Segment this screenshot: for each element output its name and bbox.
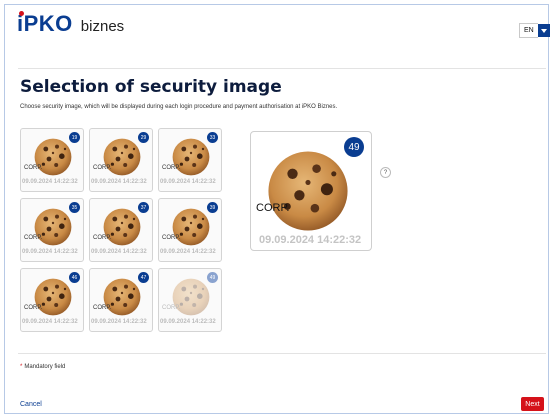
security-image-tile[interactable]: CORP. 09.09.2024 14:22:32 37 bbox=[89, 198, 153, 262]
logo-mark: iPKO bbox=[17, 11, 73, 36]
cookie-image bbox=[102, 207, 142, 247]
tile-number-badge: 19 bbox=[69, 132, 80, 143]
cookie-image bbox=[102, 277, 142, 317]
tile-timestamp: 09.09.2024 14:22:32 bbox=[22, 179, 78, 185]
security-image-tile[interactable]: CORP. 09.09.2024 14:22:32 29 bbox=[89, 128, 153, 192]
help-icon[interactable]: ? bbox=[380, 167, 391, 178]
cookie-image bbox=[102, 137, 142, 177]
page-title: Selection of security image bbox=[20, 77, 282, 97]
tile-number-badge: 49 bbox=[207, 272, 218, 283]
tile-corp-label: CORP. bbox=[162, 305, 181, 311]
chevron-down-icon[interactable] bbox=[537, 24, 550, 37]
preview-number-badge: 49 bbox=[344, 137, 364, 157]
tile-corp-label: CORP. bbox=[93, 235, 112, 241]
security-image-tile[interactable]: CORP. 09.09.2024 14:22:32 39 bbox=[158, 198, 222, 262]
cookie-image bbox=[33, 137, 73, 177]
logo-text: biznes bbox=[80, 18, 125, 35]
tile-number-badge: 29 bbox=[138, 132, 149, 143]
app-logo: iPKO biznes bbox=[17, 11, 125, 36]
security-image-tile[interactable]: CORP. 09.09.2024 14:22:32 19 bbox=[20, 128, 84, 192]
tile-number-badge: 35 bbox=[69, 202, 80, 213]
next-button[interactable]: Next bbox=[521, 397, 544, 411]
tile-timestamp: 09.09.2024 14:22:32 bbox=[160, 179, 216, 185]
tile-corp-label: CORP. bbox=[162, 235, 181, 241]
security-image-tile-selected[interactable]: CORP. 09.09.2024 14:22:32 49 bbox=[158, 268, 222, 332]
cookie-image bbox=[171, 277, 211, 317]
tile-timestamp: 09.09.2024 14:22:32 bbox=[22, 249, 78, 255]
required-star: * bbox=[20, 364, 23, 370]
selected-image-preview: CORP. 09.09.2024 14:22:32 49 bbox=[250, 131, 372, 251]
security-image-tile[interactable]: CORP. 09.09.2024 14:22:32 33 bbox=[158, 128, 222, 192]
tile-timestamp: 09.09.2024 14:22:32 bbox=[22, 319, 78, 325]
tile-number-badge: 47 bbox=[138, 272, 149, 283]
security-image-tile[interactable]: CORP. 09.09.2024 14:22:32 47 bbox=[89, 268, 153, 332]
tile-number-badge: 37 bbox=[138, 202, 149, 213]
cookie-image bbox=[171, 207, 211, 247]
cookie-image bbox=[33, 207, 73, 247]
tile-timestamp: 09.09.2024 14:22:32 bbox=[160, 319, 216, 325]
tile-timestamp: 09.09.2024 14:22:32 bbox=[91, 249, 147, 255]
tile-number-badge: 39 bbox=[207, 202, 218, 213]
cookie-image bbox=[171, 137, 211, 177]
tile-corp-label: CORP. bbox=[93, 165, 112, 171]
mandatory-note: * Mandatory field bbox=[20, 364, 65, 370]
tile-number-badge: 46 bbox=[69, 272, 80, 283]
page-description: Choose security image, which will be dis… bbox=[20, 104, 338, 110]
mandatory-label: Mandatory field bbox=[24, 364, 66, 370]
cancel-link[interactable]: Cancel bbox=[20, 401, 42, 408]
tile-corp-label: CORP. bbox=[93, 305, 112, 311]
tile-corp-label: CORP. bbox=[24, 235, 43, 241]
tile-timestamp: 09.09.2024 14:22:32 bbox=[91, 179, 147, 185]
tile-timestamp: 09.09.2024 14:22:32 bbox=[91, 319, 147, 325]
tile-corp-label: CORP. bbox=[24, 165, 43, 171]
tile-number-badge: 33 bbox=[207, 132, 218, 143]
preview-corp-label: CORP. bbox=[256, 202, 290, 214]
security-image-tile[interactable]: CORP. 09.09.2024 14:22:32 46 bbox=[20, 268, 84, 332]
preview-timestamp: 09.09.2024 14:22:32 bbox=[259, 234, 362, 246]
footer-divider bbox=[18, 353, 546, 354]
tile-corp-label: CORP. bbox=[24, 305, 43, 311]
tile-timestamp: 09.09.2024 14:22:32 bbox=[160, 249, 216, 255]
cookie-image bbox=[265, 148, 351, 234]
language-selector[interactable]: EN bbox=[519, 23, 550, 38]
security-image-tile[interactable]: CORP. 09.09.2024 14:22:32 35 bbox=[20, 198, 84, 262]
security-image-grid: CORP. 09.09.2024 14:22:32 19 CORP. 09.09… bbox=[20, 128, 235, 338]
language-value: EN bbox=[519, 23, 538, 38]
header-divider bbox=[18, 68, 546, 69]
cookie-image bbox=[33, 277, 73, 317]
tile-corp-label: CORP. bbox=[162, 165, 181, 171]
